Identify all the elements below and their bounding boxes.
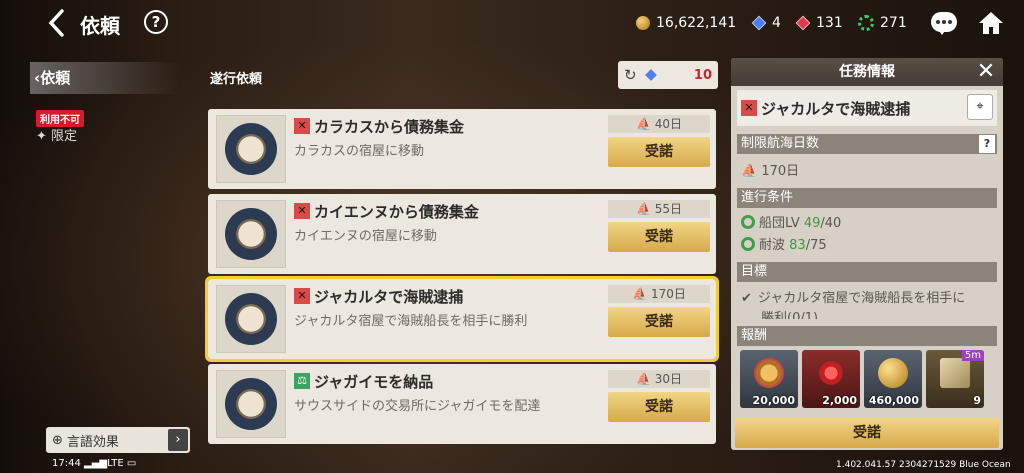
ship-icon: ⛵ xyxy=(635,117,651,131)
panel-quest-title-row: ✕ ジャカルタで海賊逮捕 ⌖ xyxy=(737,90,997,126)
quest-desc: カラカスの宿屋に移動 xyxy=(294,144,425,159)
quest-thumbnail xyxy=(216,370,286,438)
blue-gem-counter[interactable]: 4 xyxy=(751,13,781,33)
medal-icon xyxy=(754,358,784,388)
quest-thumbnail xyxy=(216,200,286,268)
cross-swords-icon: ✕ xyxy=(741,100,757,116)
quest-desc: ジャカルタ宿屋で海賊船長を相手に勝利 xyxy=(294,314,528,329)
quest-info-panel: 任務情報 ✕ ✕ ジャカルタで海賊逮捕 ⌖ 制限航海日数 ? ⛵ 170日 進行… xyxy=(731,58,1003,450)
ship-icon: ⛵ xyxy=(632,287,648,301)
quest-desc: サウスサイドの交易所にジャガイモを配達 xyxy=(294,399,541,414)
duration-badge: 5m xyxy=(961,350,984,361)
accept-button[interactable]: 受諾 xyxy=(608,307,710,337)
globe-icon: ⊕ xyxy=(52,432,63,448)
device-status: 17:44 ▂▄▆LTE ▭ xyxy=(52,458,137,469)
section-goal: 目標 xyxy=(737,262,997,282)
laurel-star-icon xyxy=(816,358,846,388)
panel-quest-title: ジャカルタで海賊逮捕 xyxy=(761,100,911,118)
quest-title: ジャガイモを納品 xyxy=(314,373,434,391)
gold-coin-icon xyxy=(878,358,908,388)
quest-days: ⛵ 55日 xyxy=(608,200,710,218)
help-icon[interactable]: ? xyxy=(979,135,995,153)
ship-wheel-medal-icon xyxy=(225,208,277,260)
gold-counter[interactable]: 16,622,141 xyxy=(636,13,736,33)
quest-days: ⛵ 40日 xyxy=(608,115,710,133)
goal-line-2: 勝利(0/1) xyxy=(761,311,819,319)
signal-icon: ▂▄▆ xyxy=(84,458,108,469)
accept-button[interactable]: 受諾 xyxy=(608,392,710,422)
quest-card[interactable]: ✕ カラカスから債務集金 カラカスの宿屋に移動 ⛵ 40日 受諾 xyxy=(208,109,716,189)
blue-gem-icon xyxy=(644,69,657,81)
cross-swords-icon: ✕ xyxy=(294,288,310,304)
quest-days: ⛵ 30日 xyxy=(608,370,710,388)
gear-counter[interactable]: 271 xyxy=(858,13,907,33)
red-gem-icon xyxy=(795,15,811,31)
build-info: 1.402.041.57 2304271529 Blue Ocean xyxy=(836,460,1011,470)
scales-icon: ⚖ xyxy=(294,373,310,389)
section-reward: 報酬 xyxy=(737,326,997,346)
battery-icon: ▭ xyxy=(126,458,137,469)
reward-item[interactable]: 20,000 xyxy=(740,350,798,408)
reward-item[interactable]: 2,000 xyxy=(802,350,860,408)
goal-line: ✔ ジャカルタ宿屋で海賊船長を相手に xyxy=(741,291,966,306)
panel-accept-button[interactable]: 受諾 xyxy=(735,418,999,448)
ship-icon: ⛵ xyxy=(635,202,651,216)
quest-card-selected[interactable]: ✕ ジャカルタで海賊逮捕 ジャカルタ宿屋で海賊船長を相手に勝利 ⛵ 170日 受… xyxy=(205,276,719,362)
refresh-cost: 10 xyxy=(693,67,712,83)
condition-row: 船団LV 49/40 xyxy=(741,212,841,231)
condition-row: 耐波 83/75 xyxy=(741,234,827,253)
section-limit: 制限航海日数 ? xyxy=(737,134,997,154)
sidebar-item-limited[interactable]: ✦ 限定 xyxy=(36,125,77,144)
quest-title: ジャカルタで海賊逮捕 xyxy=(314,288,464,306)
quest-days: ⛵ 170日 xyxy=(608,285,710,303)
ship-wheel-medal-icon xyxy=(225,378,277,430)
quest-thumbnail xyxy=(216,285,286,353)
green-gear-icon xyxy=(858,15,874,31)
refresh-button[interactable]: ↻ 10 xyxy=(618,61,718,89)
top-bar: 依頼 ? 16,622,141 4 131 271 xyxy=(0,0,1024,46)
section-conditions: 進行条件 xyxy=(737,188,997,208)
limit-value: ⛵ 170日 xyxy=(741,164,800,179)
sidebar-item-quests[interactable]: ‹依頼 xyxy=(30,62,180,94)
gold-coin-icon xyxy=(636,16,650,30)
quest-card[interactable]: ✕ カイエンヌから債務集金 カイエンヌの宿屋に移動 ⛵ 55日 受諾 xyxy=(208,194,716,274)
ship-icon: ⛵ xyxy=(635,372,651,386)
home-icon[interactable] xyxy=(978,10,1004,36)
page-title: 依頼 xyxy=(80,14,120,38)
panel-header: 任務情報 xyxy=(731,58,1003,86)
quest-card[interactable]: ⚖ ジャガイモを納品 サウスサイドの交易所にジャガイモを配達 ⛵ 30日 受諾 xyxy=(208,364,716,444)
check-ring-icon xyxy=(741,215,755,229)
red-gem-counter[interactable]: 131 xyxy=(795,13,843,33)
list-label: 遂行依頼 xyxy=(210,72,263,87)
quest-title: カラカスから債務集金 xyxy=(314,118,465,136)
chat-icon[interactable] xyxy=(931,12,957,35)
location-pin-icon[interactable]: ⌖ xyxy=(967,94,993,120)
checkmark-icon: ✔ xyxy=(741,291,752,306)
quest-desc: カイエンヌの宿屋に移動 xyxy=(294,229,437,244)
check-ring-icon xyxy=(741,237,755,251)
cross-swords-icon: ✕ xyxy=(294,203,310,219)
language-effect-button[interactable]: ⊕ 言語効果 › xyxy=(46,427,190,453)
chevron-right-icon: › xyxy=(168,429,188,451)
accept-button[interactable]: 受諾 xyxy=(608,137,710,167)
accept-button[interactable]: 受諾 xyxy=(608,222,710,252)
back-arrow-icon[interactable] xyxy=(44,8,70,38)
sparkle-icon: ✦ xyxy=(36,129,47,144)
reward-item[interactable]: 5m 9 xyxy=(926,350,984,408)
quest-thumbnail xyxy=(216,115,286,183)
cross-swords-icon: ✕ xyxy=(294,118,310,134)
close-icon[interactable]: ✕ xyxy=(975,61,997,83)
scroll-icon xyxy=(940,358,970,388)
reward-item[interactable]: 460,000 xyxy=(864,350,922,408)
refresh-icon: ↻ xyxy=(624,66,637,84)
ship-wheel-medal-icon xyxy=(225,123,277,175)
ship-icon: ⛵ xyxy=(741,164,758,179)
help-icon[interactable]: ? xyxy=(144,10,168,34)
blue-gem-icon xyxy=(751,15,767,31)
quest-title: カイエンヌから債務集金 xyxy=(314,203,479,221)
ship-wheel-medal-icon xyxy=(225,293,277,345)
